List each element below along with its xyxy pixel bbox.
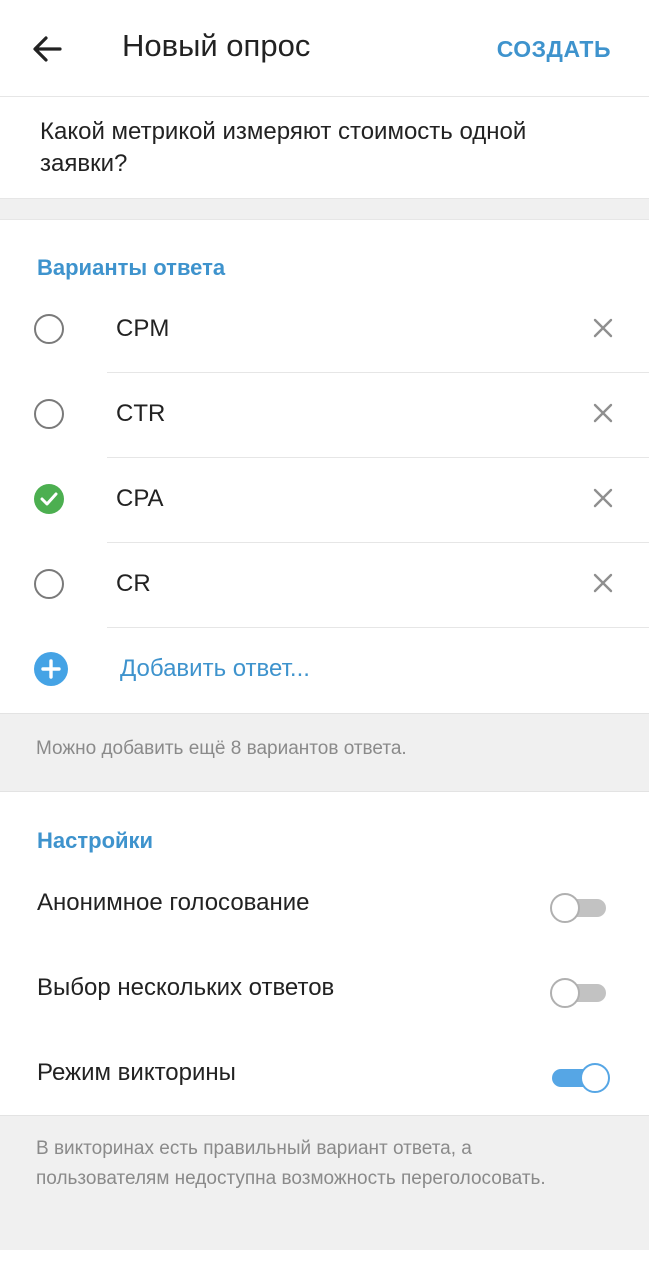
quiz-mode-toggle[interactable] <box>550 1061 610 1093</box>
back-button[interactable] <box>26 28 68 70</box>
multiple-answers-toggle[interactable] <box>550 976 610 1008</box>
answer-option-text[interactable]: CTR <box>116 400 165 428</box>
toggle-knob <box>550 893 580 923</box>
setting-multiple-answers[interactable]: Выбор нескольких ответов <box>0 946 649 1032</box>
radio-button[interactable] <box>34 569 64 599</box>
answer-option[interactable]: CTR <box>0 373 649 458</box>
answers-section-title: Варианты ответа <box>37 255 226 280</box>
answer-option[interactable]: CPA <box>0 458 649 543</box>
answer-option-text[interactable]: CPM <box>116 315 169 343</box>
answer-option-text[interactable]: CR <box>116 570 151 598</box>
setting-label: Анонимное голосование <box>37 889 310 916</box>
radio-button[interactable] <box>34 399 64 429</box>
bottom-area <box>0 1250 649 1280</box>
close-icon[interactable] <box>591 316 615 340</box>
plus-circle-icon <box>34 652 68 686</box>
answer-option[interactable]: CR <box>0 543 649 628</box>
add-answer-label[interactable]: Добавить ответ... <box>120 655 310 683</box>
close-icon[interactable] <box>591 571 615 595</box>
arrow-left-icon <box>33 36 62 62</box>
app-header: Новый опрос СОЗДАТЬ <box>0 0 649 97</box>
radio-button-checked[interactable] <box>34 484 64 514</box>
setting-anonymous-voting[interactable]: Анонимное голосование <box>0 861 649 947</box>
add-answer-button[interactable]: Добавить ответ... <box>0 628 649 713</box>
create-button[interactable]: СОЗДАТЬ <box>497 36 611 63</box>
page-title: Новый опрос <box>122 28 311 63</box>
toggle-knob <box>580 1063 610 1093</box>
answer-option[interactable]: CPM <box>0 288 649 373</box>
anonymous-toggle[interactable] <box>550 891 610 923</box>
close-icon[interactable] <box>591 401 615 425</box>
section-divider <box>0 198 649 220</box>
close-icon[interactable] <box>591 486 615 510</box>
setting-quiz-mode[interactable]: Режим викторины <box>0 1031 649 1117</box>
settings-section-title: Настройки <box>37 828 154 853</box>
toggle-knob <box>550 978 580 1008</box>
question-input[interactable]: Какой метрикой измеряют стоимость одной … <box>40 116 600 180</box>
answers-hint: Можно добавить ещё 8 вариантов ответа. <box>36 738 407 759</box>
setting-label: Режим викторины <box>37 1059 236 1086</box>
quiz-hint: В викторинах есть правильный вариант отв… <box>36 1138 546 1189</box>
answers-hint-box: Можно добавить ещё 8 вариантов ответа. <box>0 713 649 792</box>
quiz-hint-box: В викторинах есть правильный вариант отв… <box>0 1115 649 1252</box>
checkmark-icon <box>40 492 58 506</box>
answer-option-text[interactable]: CPA <box>116 485 164 513</box>
radio-button[interactable] <box>34 314 64 344</box>
setting-label: Выбор нескольких ответов <box>37 974 335 1001</box>
